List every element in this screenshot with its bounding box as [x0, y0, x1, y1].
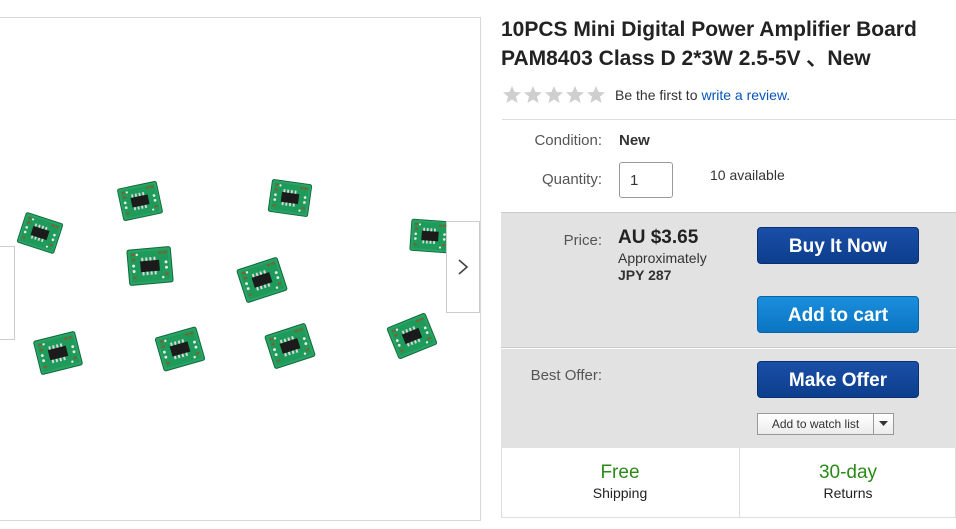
shipping-info: Free Shipping: [501, 462, 739, 501]
watch-list-control[interactable]: Add to watch list: [757, 413, 894, 435]
make-offer-button[interactable]: Make Offer: [757, 361, 919, 398]
divider: [502, 119, 956, 120]
product-title: 10PCS Mini Digital Power Amplifier Board…: [501, 18, 917, 70]
approx-amount: JPY 287: [618, 267, 672, 283]
star-icon: [524, 86, 542, 103]
best-offer-label: Best Offer:: [530, 367, 602, 384]
add-to-watch-list-button[interactable]: Add to watch list: [758, 414, 874, 434]
review-prompt: Be the first to: [615, 87, 698, 103]
returns-label: Returns: [823, 485, 873, 501]
quantity-label: Quantity:: [541, 171, 602, 188]
shipping-label: Shipping: [592, 485, 648, 501]
star-icon: [503, 86, 521, 103]
product-image-gallery[interactable]: [0, 17, 481, 521]
watch-list-dropdown[interactable]: [874, 414, 893, 434]
star-icon: [587, 86, 605, 103]
gallery-prev-button[interactable]: [0, 246, 15, 340]
approx-label: Approximately: [618, 250, 707, 266]
buy-it-now-button[interactable]: Buy It Now: [757, 227, 919, 264]
panel-divider: [501, 347, 956, 349]
condition-value: New: [619, 132, 650, 149]
price-amount: AU $3.65: [618, 227, 699, 248]
caret-down-icon: [879, 421, 888, 426]
product-image[interactable]: [0, 18, 480, 520]
star-icon: [566, 86, 584, 103]
add-to-cart-button[interactable]: Add to cart: [757, 296, 919, 333]
available-count: 10 available: [710, 167, 785, 183]
quantity-input[interactable]: [619, 162, 673, 198]
write-review-link[interactable]: write a review.: [701, 87, 790, 103]
returns-period: 30-day: [818, 462, 878, 483]
star-icon: [545, 86, 563, 103]
price-label: Price:: [563, 232, 602, 249]
chevron-right-icon: [458, 259, 469, 275]
returns-info: 30-day Returns: [740, 462, 956, 501]
gallery-next-button[interactable]: [446, 221, 480, 313]
shipping-free: Free: [600, 462, 640, 483]
condition-label: Condition:: [534, 132, 602, 149]
rating-row: Be the first to write a review.: [502, 85, 790, 105]
rating-stars[interactable]: [502, 85, 606, 105]
